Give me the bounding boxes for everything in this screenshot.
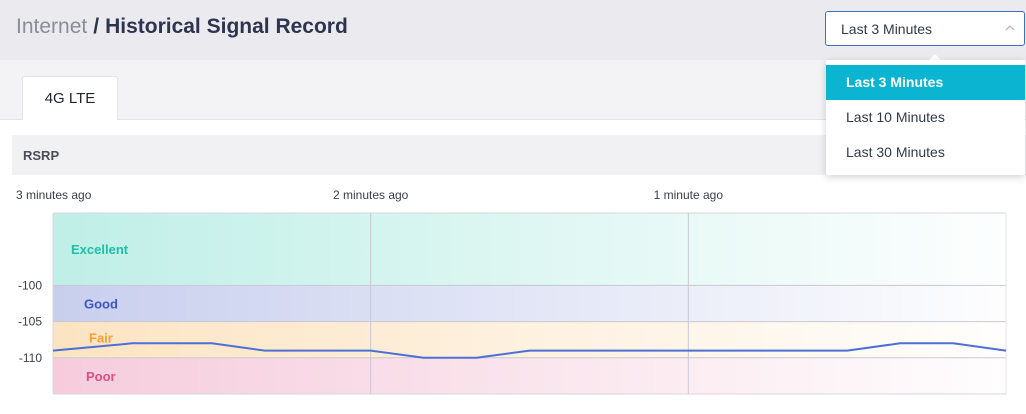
breadcrumb-parent-link[interactable]: Internet	[16, 15, 87, 38]
page: Internet / Historical Signal Record Last 3…	[0, 0, 1026, 414]
page-header: Internet / Historical Signal Record Last 3…	[0, 0, 1026, 60]
rsrp-chart: Excellent Good Fair Poor 3 minutes ago 2 minu…	[16, 188, 1007, 395]
band-label-good: Good	[84, 297, 118, 312]
page-title: Historical Signal Record	[105, 15, 348, 38]
dropdown-option-last-3-minutes[interactable]: Last 3 Minutes	[826, 65, 1025, 100]
band-label-poor: Poor	[86, 369, 116, 384]
x-tick-label: 2 minutes ago	[333, 188, 409, 202]
y-tick-label: -100	[18, 278, 42, 292]
tab-4g-lte[interactable]: 4G LTE	[22, 76, 118, 121]
dropdown-option-last-30-minutes[interactable]: Last 30 Minutes	[826, 135, 1025, 170]
breadcrumb-separator: /	[93, 15, 100, 38]
time-range-dropdown: Last 3 Minutes Last 10 Minutes Last 30 M…	[826, 60, 1025, 175]
band-label-excellent: Excellent	[71, 242, 129, 257]
section-title: RSRP	[23, 148, 60, 163]
chevron-up-icon	[1005, 25, 1015, 31]
breadcrumb: Internet / Historical Signal Record	[16, 15, 348, 39]
x-tick-label: 1 minute ago	[654, 188, 724, 202]
y-tick-label: -105	[18, 315, 42, 329]
band-label-fair: Fair	[89, 331, 113, 346]
dropdown-option-last-10-minutes[interactable]: Last 10 Minutes	[826, 100, 1025, 135]
time-range-select-value: Last 3 Minutes	[841, 21, 933, 37]
y-tick-label: -110	[19, 351, 42, 365]
time-range-select[interactable]: Last 3 Minutes	[825, 11, 1025, 46]
x-tick-label: 3 minutes ago	[16, 188, 92, 202]
